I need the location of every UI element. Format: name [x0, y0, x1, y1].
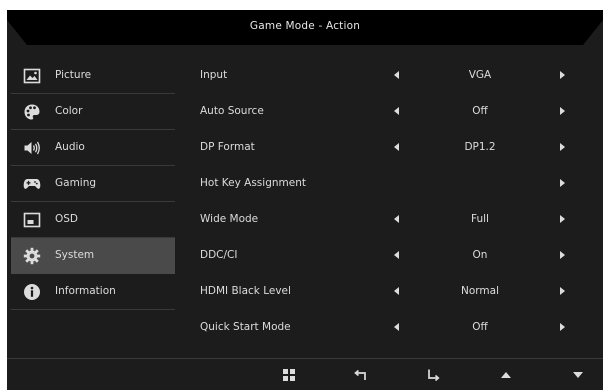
sidebar-item-system[interactable]: System [11, 238, 175, 274]
menu-button[interactable] [274, 359, 304, 390]
setting-row-auto-source[interactable]: Auto Source Off [185, 93, 585, 129]
setting-value: VGA [468, 69, 492, 81]
settings-list: Input VGA Auto Source Off DP Format DP1.… [185, 57, 585, 345]
enter-button[interactable] [418, 359, 448, 390]
setting-value: Full [471, 213, 489, 225]
sidebar-menu: Picture Color Audio Gaming OSD System In… [11, 58, 175, 310]
sidebar-item-information[interactable]: Information [11, 274, 175, 310]
setting-label: HDMI Black Level [200, 285, 291, 297]
sidebar-item-label: Picture [55, 69, 92, 81]
up-icon [501, 372, 511, 378]
sidebar-item-label: System [55, 249, 95, 261]
setting-row-input[interactable]: Input VGA [185, 57, 585, 93]
down-button[interactable] [563, 359, 593, 390]
arrow-left-icon[interactable] [394, 107, 399, 115]
setting-label: Wide Mode [200, 213, 259, 225]
enter-icon [428, 369, 440, 382]
setting-value: Normal [461, 285, 499, 297]
setting-value: Off [472, 105, 488, 117]
sidebar-item-label: Gaming [55, 177, 97, 189]
setting-row-dp-format[interactable]: DP Format DP1.2 [185, 129, 585, 165]
setting-label: Hot Key Assignment [200, 177, 306, 189]
sidebar-item-color[interactable]: Color [11, 94, 175, 130]
osd-header: Game Mode - Action [7, 10, 603, 45]
setting-label: DP Format [200, 141, 255, 153]
arrow-right-icon[interactable] [560, 323, 565, 331]
arrow-right-icon[interactable] [560, 71, 565, 79]
gear-icon [23, 247, 41, 265]
arrow-left-icon[interactable] [394, 215, 399, 223]
gamepad-icon [23, 179, 41, 189]
setting-value: On [472, 249, 488, 261]
arrow-right-icon[interactable] [560, 179, 565, 187]
back-icon [354, 369, 366, 380]
arrow-left-icon[interactable] [394, 287, 399, 295]
header-title: Game Mode - Action [249, 20, 361, 32]
info-icon [24, 284, 40, 300]
speaker-icon [24, 141, 40, 155]
arrow-right-icon[interactable] [560, 251, 565, 259]
setting-row-quick-start-mode[interactable]: Quick Start Mode Off [185, 309, 585, 345]
sidebar-item-picture[interactable]: Picture [11, 58, 175, 94]
menu-grid-icon [283, 369, 295, 381]
setting-row-ddc-ci[interactable]: DDC/CI On [185, 237, 585, 273]
setting-row-wide-mode[interactable]: Wide Mode Full [185, 201, 585, 237]
osd-window-icon [23, 212, 41, 228]
arrow-right-icon[interactable] [560, 287, 565, 295]
back-button[interactable] [346, 359, 376, 390]
arrow-right-icon[interactable] [560, 107, 565, 115]
sidebar-item-label: Audio [55, 141, 85, 153]
arrow-left-icon[interactable] [394, 71, 399, 79]
picture-icon [23, 68, 41, 84]
arrow-left-icon[interactable] [394, 143, 399, 151]
setting-label: Input [200, 69, 228, 81]
arrow-right-icon[interactable] [560, 215, 565, 223]
arrow-right-icon[interactable] [560, 143, 565, 151]
up-button[interactable] [491, 359, 521, 390]
setting-row-hdmi-black-level[interactable]: HDMI Black Level Normal [185, 273, 585, 309]
palette-icon [24, 104, 40, 120]
setting-label: DDC/CI [200, 249, 238, 261]
osd-footer [7, 358, 603, 390]
setting-label: Auto Source [200, 105, 264, 117]
sidebar-item-label: Color [55, 105, 83, 117]
setting-value: Off [472, 321, 488, 333]
setting-row-hot-key-assignment[interactable]: Hot Key Assignment [185, 165, 585, 201]
osd-menu: Game Mode - Action Picture Color Audio G… [7, 10, 603, 390]
arrow-left-icon[interactable] [394, 251, 399, 259]
down-icon [573, 372, 583, 378]
setting-value: DP1.2 [464, 141, 496, 153]
sidebar-item-label: OSD [55, 213, 79, 225]
setting-label: Quick Start Mode [200, 321, 291, 333]
arrow-left-icon[interactable] [394, 323, 399, 331]
sidebar-item-label: Information [55, 285, 116, 297]
sidebar-item-audio[interactable]: Audio [11, 130, 175, 166]
sidebar-item-gaming[interactable]: Gaming [11, 166, 175, 202]
sidebar-item-osd[interactable]: OSD [11, 202, 175, 238]
